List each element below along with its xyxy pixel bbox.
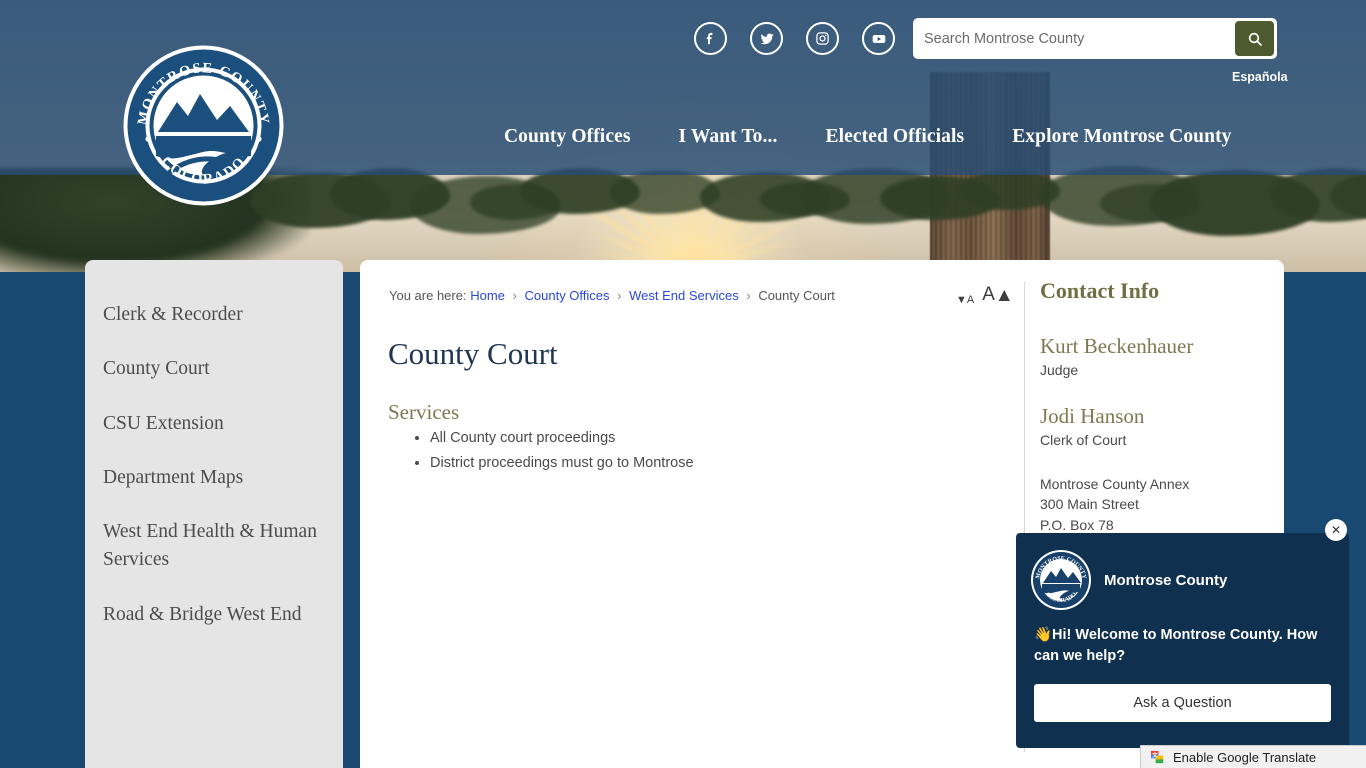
- nav-item-county-offices[interactable]: County Offices: [480, 126, 655, 148]
- increase-font-size-label: A: [982, 284, 995, 306]
- search-bar: [913, 18, 1277, 59]
- breadcrumb: You are here: Home › County Offices › We…: [389, 288, 835, 303]
- search-icon: [1247, 31, 1263, 47]
- sidebar-item-csu-extension[interactable]: CSU Extension: [85, 397, 343, 451]
- chevron-up-icon: ▲: [995, 286, 1014, 305]
- social-links: [694, 22, 895, 55]
- breadcrumb-current: County Court: [758, 288, 835, 303]
- sidebar-item-road-bridge-west-end[interactable]: Road & Bridge West End: [85, 588, 343, 642]
- address-line: 300 Main Street: [1040, 494, 1270, 514]
- page-title: County Court: [388, 336, 558, 372]
- chat-header: MONTROSE COUNTY COLORADO Montrose County: [1034, 549, 1331, 611]
- nav-item-i-want-to[interactable]: I Want To...: [655, 126, 802, 148]
- breadcrumb-separator: ›: [509, 288, 521, 303]
- list-item: District proceedings must go to Montrose: [430, 455, 694, 471]
- youtube-icon[interactable]: [862, 22, 895, 55]
- svg-text:文: 文: [1151, 751, 1158, 759]
- page-root: MONTROSE COUNTY COLORADO Search Montrose…: [0, 0, 1366, 768]
- decrease-font-size-button[interactable]: ▼ A: [956, 294, 974, 306]
- sidebar-item-clerk-recorder[interactable]: Clerk & Recorder: [85, 288, 343, 342]
- language-link-espanola[interactable]: Española: [1232, 70, 1288, 84]
- increase-font-size-button[interactable]: A ▲: [982, 284, 1014, 306]
- services-list: All County court proceedings District pr…: [408, 430, 694, 480]
- chat-greeting-message: 👋Hi! Welcome to Montrose County. How can…: [1034, 625, 1331, 667]
- nav-item-elected-officials[interactable]: Elected Officials: [801, 126, 988, 148]
- contact-person-role: Clerk of Court: [1040, 432, 1270, 448]
- breadcrumb-separator: ›: [613, 288, 625, 303]
- breadcrumb-separator: ›: [742, 288, 754, 303]
- breadcrumb-link-west-end-services[interactable]: West End Services: [629, 288, 739, 303]
- decrease-font-size-label: A: [967, 294, 974, 306]
- search-input[interactable]: [913, 18, 1235, 59]
- google-translate-icon: 文: [1151, 750, 1166, 765]
- google-translate-bar[interactable]: 文 Enable Google Translate: [1140, 745, 1366, 768]
- breadcrumb-prefix: You are here:: [389, 288, 467, 303]
- twitter-icon[interactable]: [750, 22, 783, 55]
- chat-widget: MONTROSE COUNTY COLORADO Montrose County…: [1016, 533, 1349, 748]
- contact-person-name: Kurt Beckenhauer: [1040, 334, 1270, 359]
- chat-close-button[interactable]: ✕: [1325, 519, 1347, 541]
- chevron-down-icon: ▼: [956, 295, 967, 306]
- facebook-icon[interactable]: [694, 22, 727, 55]
- chat-title: Montrose County: [1104, 572, 1227, 589]
- contact-person-name: Jodi Hanson: [1040, 404, 1270, 429]
- font-size-controls: ▼ A A ▲: [956, 284, 1014, 306]
- services-heading: Services: [388, 400, 459, 425]
- sidebar-item-west-end-health-human-services[interactable]: West End Health & Human Services: [85, 505, 343, 588]
- sidebar-item-department-maps[interactable]: Department Maps: [85, 451, 343, 505]
- search-submit-button[interactable]: [1235, 21, 1274, 56]
- sidebar-item-county-court[interactable]: County Court: [85, 342, 343, 396]
- nav-item-explore-montrose-county[interactable]: Explore Montrose County: [988, 126, 1255, 148]
- google-translate-label: Enable Google Translate: [1173, 750, 1316, 765]
- ask-a-question-button[interactable]: Ask a Question: [1034, 684, 1331, 722]
- instagram-icon[interactable]: [806, 22, 839, 55]
- contact-info-panel: Contact Info Kurt Beckenhauer Judge Jodi…: [1040, 278, 1270, 555]
- contact-person-role: Judge: [1040, 362, 1270, 378]
- main-navigation: County Offices I Want To... Elected Offi…: [480, 126, 1256, 148]
- breadcrumb-link-home[interactable]: Home: [470, 288, 505, 303]
- address-line: P.O. Box 78: [1040, 515, 1270, 535]
- list-item: All County court proceedings: [430, 430, 694, 446]
- contact-info-heading: Contact Info: [1040, 278, 1270, 304]
- breadcrumb-link-county-offices[interactable]: County Offices: [525, 288, 610, 303]
- section-sidebar: Clerk & Recorder County Court CSU Extens…: [85, 260, 343, 768]
- montrose-county-seal-icon: MONTROSE COUNTY COLORADO: [1030, 549, 1092, 611]
- county-logo[interactable]: MONTROSE COUNTY COLORADO: [122, 44, 285, 207]
- address-line: Montrose County Annex: [1040, 474, 1270, 494]
